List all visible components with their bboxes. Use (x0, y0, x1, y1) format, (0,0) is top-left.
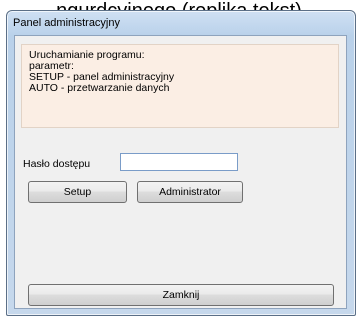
close-button[interactable]: Zamknij (28, 284, 334, 306)
setup-button[interactable]: Setup (28, 181, 127, 203)
dialog-client-area: Uruchamianie programu: parametr: SETUP -… (14, 35, 347, 309)
password-field[interactable] (120, 153, 238, 171)
administrator-button[interactable]: Administrator (137, 181, 243, 203)
info-line: AUTO - przetwarzanie danych (29, 82, 170, 94)
password-label: Hasło dostępu (23, 158, 91, 170)
dialog-window: Panel administracyjny Uruchamianie progr… (6, 10, 356, 316)
info-line: Uruchamianie programu: (29, 49, 145, 61)
window-title: Panel administracyjny (13, 17, 120, 29)
info-box: Uruchamianie programu: parametr: SETUP -… (21, 44, 339, 128)
